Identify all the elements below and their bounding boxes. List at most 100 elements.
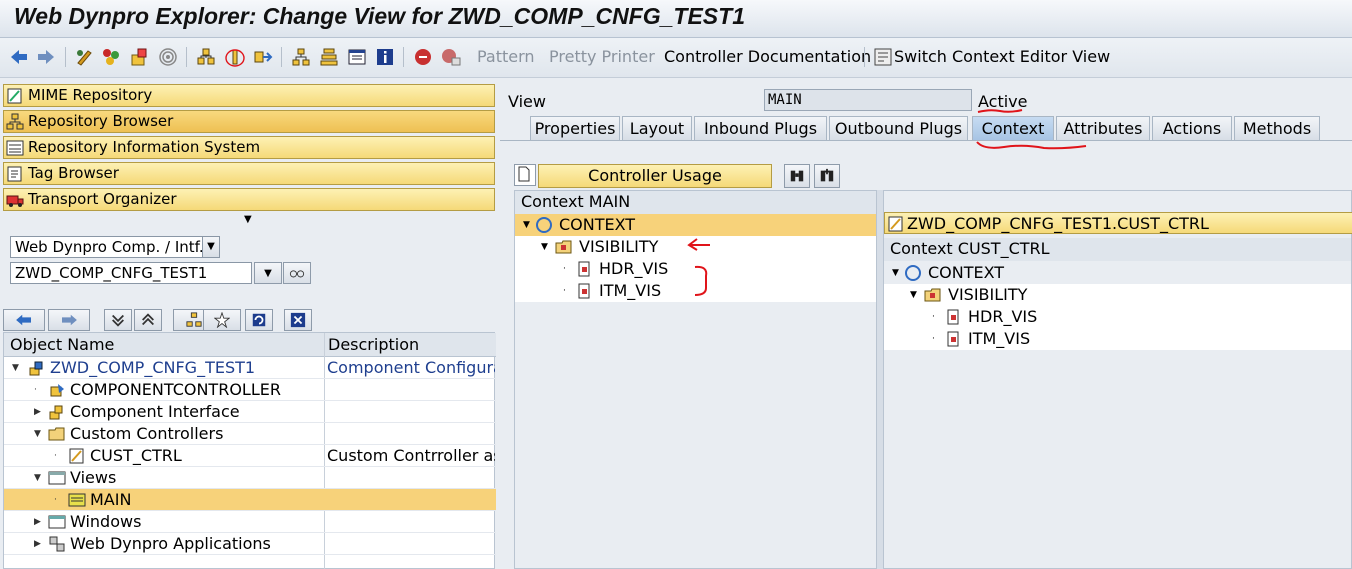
controller-usage-button[interactable]: Controller Usage [538, 164, 772, 188]
nav-item-label: Tag Browser [28, 164, 119, 182]
tab-context[interactable]: Context [972, 116, 1054, 140]
back-arrow-icon[interactable] [8, 46, 30, 68]
red-arrow-annotation [687, 238, 710, 251]
chevron-down-icon[interactable]: ▼ [202, 236, 220, 258]
expand-all-button[interactable] [104, 309, 132, 331]
nav-repository-browser[interactable]: Repository Browser [3, 110, 495, 133]
object-tree: Object Name Description ▼ ZWD_COMP_CNFG_… [3, 332, 496, 569]
tree-row-views[interactable]: ▼ Views [4, 467, 496, 489]
title-bar: Web Dynpro Explorer: Change View for ZWD… [0, 0, 1352, 38]
collapse-all-button[interactable] [134, 309, 162, 331]
activate-icon[interactable] [100, 46, 122, 68]
custom-controller-icon [69, 448, 84, 464]
tree-item-label: CUST_CTRL [90, 446, 182, 465]
expanded-arrow-icon[interactable]: ▼ [523, 221, 530, 230]
expanded-arrow-icon[interactable]: ▼ [12, 364, 20, 373]
expanded-arrow-icon[interactable]: ▼ [34, 474, 42, 483]
nav-tag-browser[interactable]: Tag Browser [3, 162, 495, 185]
where-used-icon[interactable] [128, 46, 150, 68]
expanded-arrow-icon[interactable]: ▼ [541, 243, 548, 252]
context-root-icon [536, 217, 552, 233]
context-node-label: HDR_VIS [968, 307, 1038, 326]
context-node-context[interactable]: ▼ CONTEXT [884, 262, 1351, 284]
tree-row-web-dynpro-applications[interactable]: ▶ Web Dynpro Applications [4, 533, 496, 555]
attribute-icon [578, 261, 590, 277]
tree-row-component-interface[interactable]: ▶ Component Interface [4, 401, 496, 423]
tree-row-cust-ctrl[interactable]: · CUST_CTRL Custom Contrroller as co [4, 445, 496, 467]
forward-arrow-icon [62, 314, 77, 326]
glasses-icon [289, 270, 305, 278]
mapping-button[interactable] [784, 164, 810, 188]
collapsed-arrow-icon[interactable]: ▶ [34, 540, 42, 549]
expanded-arrow-icon[interactable]: ▼ [892, 269, 899, 278]
view-name-field: MAIN [764, 89, 972, 111]
toolbar-separator [281, 47, 282, 67]
tree-row-windows[interactable]: ▶ Windows [4, 511, 496, 533]
collapsed-arrow-icon[interactable]: ▶ [34, 518, 42, 527]
screen-icon[interactable] [346, 46, 368, 68]
find-button[interactable] [814, 164, 840, 188]
object-list-icon[interactable] [195, 46, 217, 68]
stack-icon[interactable] [318, 46, 340, 68]
tree-item-label: Web Dynpro Applications [70, 534, 271, 553]
object-name-input[interactable]: ZWD_COMP_CNFG_TEST1 [10, 262, 252, 284]
history-dropdown-button[interactable]: ▼ [254, 262, 282, 284]
breakpoint-icon[interactable] [412, 46, 434, 68]
pattern-button[interactable]: Pattern [477, 47, 535, 66]
column-header-object-name[interactable]: Object Name [4, 333, 324, 357]
forward-arrow-icon[interactable] [35, 46, 57, 68]
tree-row-componentcontroller[interactable]: · COMPONENTCONTROLLER [4, 379, 496, 401]
information-icon[interactable] [374, 46, 396, 68]
tab-methods[interactable]: Methods [1234, 116, 1320, 140]
collapsed-arrow-icon[interactable]: ▶ [34, 408, 42, 417]
external-breakpoint-icon[interactable] [440, 46, 462, 68]
chevron-down-icon: ▼ [264, 267, 272, 279]
splitter-arrow-icon[interactable]: ▼ [244, 214, 252, 225]
tab-attributes[interactable]: Attributes [1056, 116, 1150, 140]
pretty-printer-button[interactable]: Pretty Printer [549, 47, 655, 66]
nav-item-label: Repository Browser [28, 112, 174, 130]
switch-context-editor-button[interactable]: Switch Context Editor View [894, 47, 1110, 66]
expanded-arrow-icon[interactable]: ▼ [910, 291, 917, 300]
hierarchy-icon[interactable] [290, 46, 312, 68]
context-attribute-hdr-vis[interactable]: · HDR_VIS [884, 306, 1351, 328]
object-type-select[interactable]: Web Dynpro Comp. / Intf. [10, 236, 206, 258]
info-edit-icon[interactable] [224, 46, 246, 68]
close-tree-button[interactable] [284, 309, 312, 331]
tree-row-main[interactable]: · MAIN [4, 489, 496, 511]
nav-transport-organizer[interactable]: Transport Organizer [3, 188, 495, 211]
context-node-visibility[interactable]: ▼ VISIBILITY [884, 284, 1351, 306]
binoculars-icon [790, 170, 804, 182]
navigate-icon[interactable] [252, 46, 274, 68]
red-bracket-annotation [694, 265, 708, 296]
tab-actions[interactable]: Actions [1152, 116, 1232, 140]
display-change-icon[interactable] [74, 46, 96, 68]
filter-button[interactable] [203, 309, 241, 331]
context-node-label: HDR_VIS [599, 259, 669, 278]
tree-back-button[interactable] [3, 309, 45, 331]
spiral-icon[interactable] [157, 46, 179, 68]
tree-row-component[interactable]: ▼ ZWD_COMP_CNFG_TEST1 Component Configur… [4, 357, 496, 379]
close-icon [290, 312, 306, 328]
tree-forward-button[interactable] [48, 309, 90, 331]
controller-documentation-button[interactable]: Controller Documentation [664, 47, 871, 66]
tab-layout[interactable]: Layout [622, 116, 692, 140]
expanded-arrow-icon[interactable]: ▼ [34, 430, 42, 439]
display-button[interactable] [283, 262, 311, 284]
leaf-dot-icon: · [563, 264, 566, 274]
switch-editor-icon[interactable] [872, 46, 894, 68]
context-node-context[interactable]: ▼ CONTEXT [515, 214, 876, 236]
tree-row-custom-controllers[interactable]: ▼ Custom Controllers [4, 423, 496, 445]
context-node-label: CONTEXT [928, 263, 1005, 282]
application-toolbar: Pattern Pretty Printer Controller Docume… [0, 38, 1352, 78]
column-header-description[interactable]: Description [325, 333, 496, 357]
context-node-label: VISIBILITY [948, 285, 1028, 304]
tab-inbound-plugs[interactable]: Inbound Plugs [694, 116, 827, 140]
context-attribute-itm-vis[interactable]: · ITM_VIS [884, 328, 1351, 350]
tab-properties[interactable]: Properties [530, 116, 620, 140]
nav-mime-repository[interactable]: MIME Repository [3, 84, 495, 107]
refresh-button[interactable] [245, 309, 273, 331]
new-document-button[interactable] [514, 164, 536, 186]
nav-repository-information-system[interactable]: Repository Information System [3, 136, 495, 159]
tab-outbound-plugs[interactable]: Outbound Plugs [829, 116, 968, 140]
